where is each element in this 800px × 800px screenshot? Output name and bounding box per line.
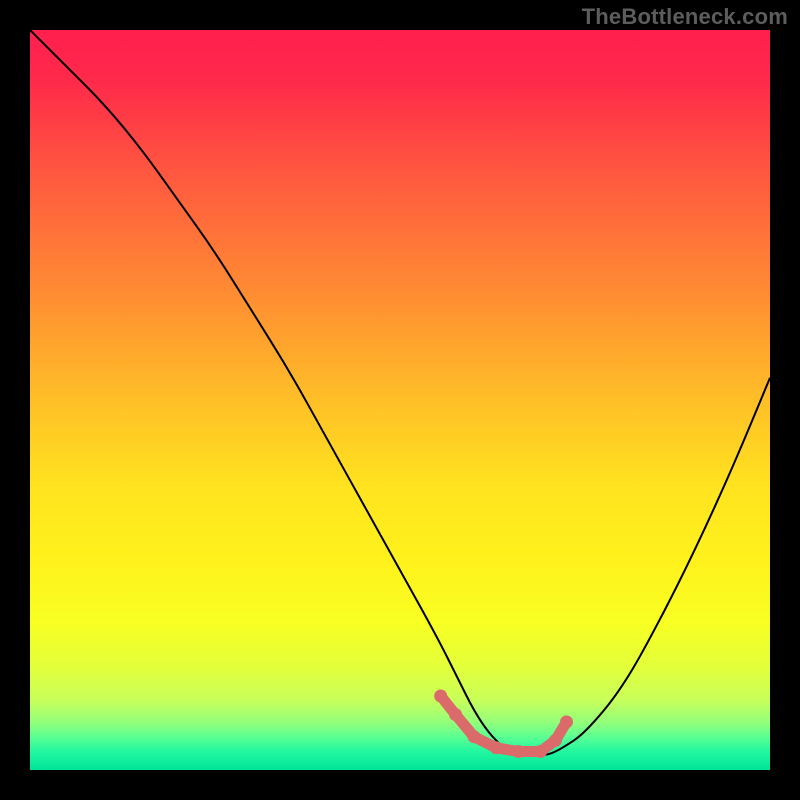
marker-dot xyxy=(434,690,447,703)
marker-dot xyxy=(490,741,503,754)
plot-area xyxy=(30,30,770,770)
optimal-range-markers xyxy=(434,690,573,759)
marker-dot xyxy=(549,734,562,747)
marker-dot xyxy=(560,715,573,728)
watermark-text: TheBottleneck.com xyxy=(582,4,788,30)
bottleneck-curve xyxy=(30,30,770,755)
chart-frame: TheBottleneck.com xyxy=(0,0,800,800)
marker-dot xyxy=(449,708,462,721)
marker-dot xyxy=(534,745,547,758)
marker-dot xyxy=(512,745,525,758)
marker-dot xyxy=(468,730,481,743)
curve-layer xyxy=(30,30,770,770)
